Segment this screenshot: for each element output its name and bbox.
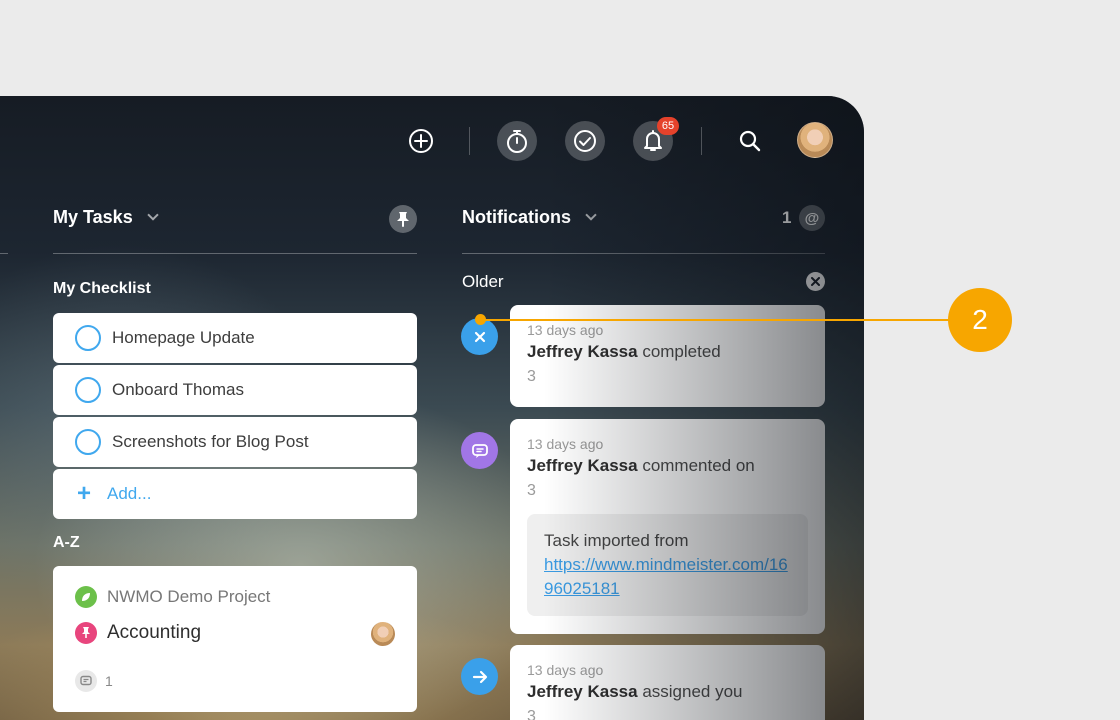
task-row: Accounting xyxy=(75,622,201,644)
clear-older-button[interactable] xyxy=(806,272,825,291)
user-avatar[interactable] xyxy=(797,122,833,158)
notification-text: Jeffrey Kassa completed xyxy=(527,342,808,362)
callout-dot xyxy=(475,314,486,325)
notification-user[interactable]: Jeffrey Kassa xyxy=(527,342,638,361)
left-panel-divider xyxy=(0,253,8,254)
arrow-right-icon xyxy=(472,670,487,683)
comment-row: 1 xyxy=(75,670,113,692)
notifications-title: Notifications xyxy=(462,207,572,227)
chevron-down-icon[interactable] xyxy=(585,209,597,221)
notification-user[interactable]: Jeffrey Kassa xyxy=(527,456,638,475)
stopwatch-icon xyxy=(507,130,527,153)
project-leaf-icon xyxy=(75,586,97,608)
pin-button[interactable] xyxy=(389,205,417,233)
search-button[interactable] xyxy=(730,121,770,161)
assignee-avatar xyxy=(371,622,395,646)
notification-ref[interactable]: 3 xyxy=(527,708,808,720)
tasks-button[interactable] xyxy=(565,121,605,161)
comment-status-icon xyxy=(461,432,498,469)
comment-icon xyxy=(75,670,97,692)
checkbox[interactable] xyxy=(75,325,101,351)
search-icon xyxy=(739,130,761,152)
notification-user[interactable]: Jeffrey Kassa xyxy=(527,682,638,701)
topbar-divider xyxy=(701,127,702,155)
checklist-item-label: Screenshots for Blog Post xyxy=(112,432,309,451)
top-bar: 65 xyxy=(0,96,864,186)
quote-text: Task imported from xyxy=(544,531,689,550)
close-icon xyxy=(811,277,820,286)
close-icon xyxy=(474,331,485,342)
comment-count: 1 xyxy=(105,673,113,689)
checklist-item-label: Homepage Update xyxy=(112,328,255,347)
add-button[interactable] xyxy=(401,121,441,161)
notification-action: assigned you xyxy=(642,682,743,701)
check-circle-icon xyxy=(574,130,596,152)
notification-text: Jeffrey Kassa commented on xyxy=(527,456,808,476)
notifications-button[interactable]: 65 xyxy=(633,117,679,161)
project-row: NWMO Demo Project xyxy=(75,586,270,608)
pin-icon xyxy=(397,212,409,227)
notification-time: 13 days ago xyxy=(527,436,604,452)
comment-icon xyxy=(471,443,488,458)
checklist-title: My Checklist xyxy=(53,280,151,297)
task-name: Accounting xyxy=(107,622,202,643)
callout-marker: 2 xyxy=(948,288,1012,352)
checklist-item[interactable]: Screenshots for Blog Post xyxy=(53,417,417,467)
notification-badge: 65 xyxy=(657,117,679,135)
task-card[interactable]: NWMO Demo Project Accounting 1 xyxy=(53,566,417,712)
checkbox[interactable] xyxy=(75,377,101,403)
callout-line xyxy=(480,319,950,321)
add-label: Add... xyxy=(107,484,152,503)
sort-label: A-Z xyxy=(53,534,80,551)
add-circle-icon xyxy=(409,129,433,153)
quote-link[interactable]: https://www.mindmeister.com/1696025181 xyxy=(544,555,788,598)
project-name: NWMO Demo Project xyxy=(107,587,271,606)
app-window: 65 My Tasks My Checklist Homepage Update… xyxy=(0,96,864,720)
topbar-divider xyxy=(469,127,470,155)
mention-button[interactable]: @ xyxy=(799,205,825,231)
notifications-header[interactable]: Notifications xyxy=(462,207,597,228)
my-tasks-divider xyxy=(53,253,417,254)
notification-time: 13 days ago xyxy=(527,322,604,338)
comment-quote: Task imported from https://www.mindmeist… xyxy=(527,514,808,616)
notification-card[interactable]: 13 days ago Jeffrey Kassa assigned you 3 xyxy=(510,645,825,720)
older-section-title: Older xyxy=(462,272,504,291)
notification-time: 13 days ago xyxy=(527,662,604,678)
timer-button[interactable] xyxy=(497,121,537,161)
add-checklist-item-button[interactable]: + Add... xyxy=(53,469,417,519)
checklist-item[interactable]: Homepage Update xyxy=(53,313,417,363)
notification-ref[interactable]: 3 xyxy=(527,482,808,500)
pin-icon xyxy=(75,622,97,644)
notification-action: commented on xyxy=(642,456,755,475)
chevron-down-icon[interactable] xyxy=(147,209,159,221)
mention-count: 1 xyxy=(782,208,792,227)
notification-action: completed xyxy=(642,342,721,361)
checklist-item[interactable]: Onboard Thomas xyxy=(53,365,417,415)
assigned-status-icon xyxy=(461,658,498,695)
notification-ref[interactable]: 3 xyxy=(527,368,808,386)
checkbox[interactable] xyxy=(75,429,101,455)
notification-card[interactable]: 13 days ago Jeffrey Kassa commented on 3… xyxy=(510,419,825,634)
checklist-item-label: Onboard Thomas xyxy=(112,380,244,399)
notification-text: Jeffrey Kassa assigned you xyxy=(527,682,808,702)
my-tasks-header[interactable]: My Tasks xyxy=(53,207,159,228)
plus-icon: + xyxy=(77,480,92,507)
my-tasks-title: My Tasks xyxy=(53,207,133,227)
notifications-divider xyxy=(462,253,825,254)
